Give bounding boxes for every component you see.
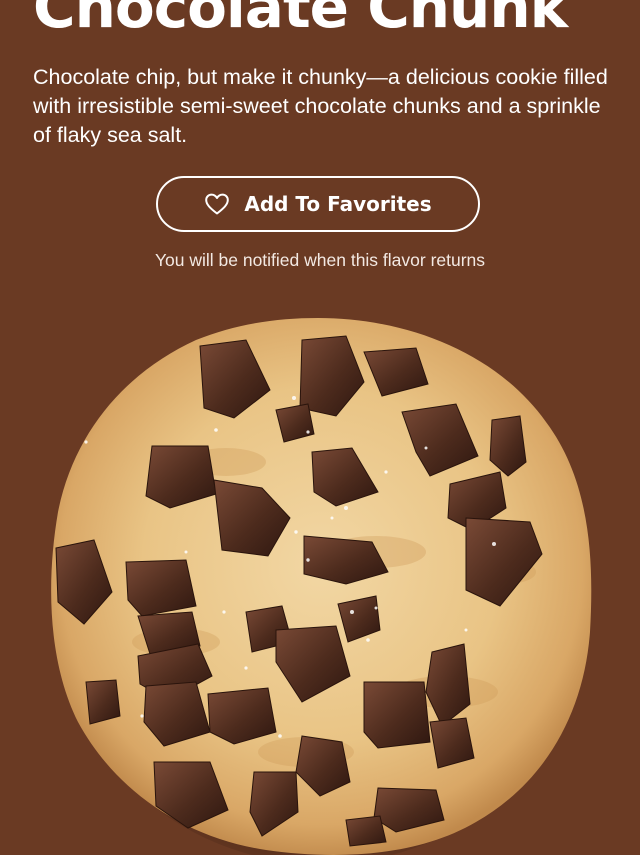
- notify-message: You will be notified when this flavor re…: [154, 250, 486, 270]
- product-title: Chocolate Chunk: [33, 0, 568, 41]
- product-description: Chocolate chip, but make it chunky—a del…: [33, 65, 608, 147]
- heart-outline-icon: [205, 193, 230, 215]
- cookie-image: [46, 312, 594, 855]
- add-to-favorites-label: Add To Favorites: [244, 192, 432, 216]
- add-to-favorites-button[interactable]: Add To Favorites: [156, 176, 480, 232]
